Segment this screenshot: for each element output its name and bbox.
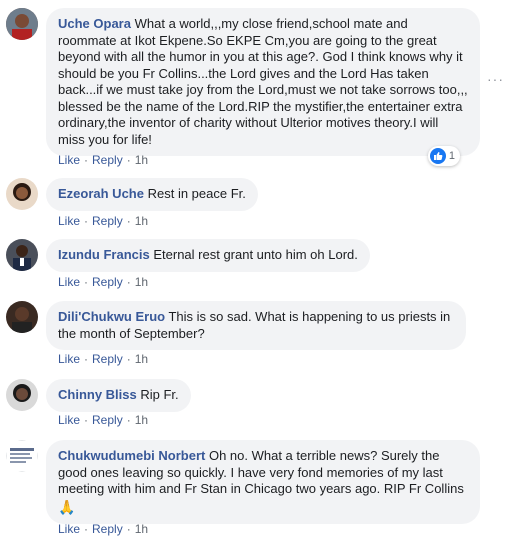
separator-dot: · [126, 352, 131, 366]
comment-time[interactable]: 1h [135, 214, 148, 228]
like-link[interactable]: Like [58, 153, 80, 167]
comment-time[interactable]: 1h [135, 352, 148, 366]
avatar[interactable] [6, 301, 38, 333]
reply-link[interactable]: Reply [92, 275, 123, 289]
separator-dot: · [84, 522, 89, 536]
avatar[interactable] [6, 440, 38, 472]
comment-bubble: Izundu Francis Eternal rest grant unto h… [46, 239, 370, 272]
reply-link[interactable]: Reply [92, 522, 123, 536]
comment-time[interactable]: 1h [135, 522, 148, 536]
comment-text: Eternal rest grant unto him oh Lord. [153, 247, 358, 262]
separator-dot: · [84, 413, 89, 427]
comment-actions: Like · Reply · 1h [58, 153, 148, 167]
comment-bubble: Chukwudumebi Norbert Oh no. What a terri… [46, 440, 480, 524]
separator-dot: · [84, 352, 89, 366]
comment-actions: Like · Reply · 1h [58, 413, 148, 427]
folded-hands-emoji: 🙏 [58, 498, 76, 515]
reaction-count: 1 [448, 149, 455, 162]
comment-author[interactable]: Chukwudumebi Norbert [58, 448, 205, 463]
comment-text: Rip Fr. [140, 387, 179, 402]
comment-author[interactable]: Izundu Francis [58, 247, 150, 262]
comment-bubble: Chinny Bliss Rip Fr. [46, 379, 191, 412]
avatar[interactable] [6, 379, 38, 411]
comment-time[interactable]: 1h [135, 413, 148, 427]
more-options-icon[interactable]: ··· [487, 71, 504, 87]
comment-text: Rest in peace Fr. [147, 186, 246, 201]
comment-actions: Like · Reply · 1h [58, 275, 148, 289]
comment-actions: Like · Reply · 1h [58, 522, 148, 536]
like-link[interactable]: Like [58, 275, 80, 289]
reply-link[interactable]: Reply [92, 352, 123, 366]
like-link[interactable]: Like [58, 413, 80, 427]
avatar[interactable] [6, 178, 38, 210]
comment-actions: Like · Reply · 1h [58, 352, 148, 366]
separator-dot: · [126, 214, 131, 228]
avatar[interactable] [6, 239, 38, 271]
comment-bubble: Uche Opara What a world,,,my close frien… [46, 8, 480, 166]
comment-time[interactable]: 1h [135, 153, 148, 167]
separator-dot: · [126, 413, 131, 427]
separator-dot: · [126, 153, 131, 167]
comment-author[interactable]: Ezeorah Uche [58, 186, 144, 201]
comment-bubble: Ezeorah Uche Rest in peace Fr. [46, 178, 258, 211]
separator-dot: · [126, 522, 131, 536]
separator-dot: · [84, 214, 89, 228]
reaction-badge[interactable]: 1 [427, 146, 460, 166]
comment-author[interactable]: Dili'Chukwu Eruo [58, 309, 165, 324]
avatar[interactable] [6, 8, 38, 40]
like-link[interactable]: Like [58, 214, 80, 228]
comment-actions: Like · Reply · 1h [58, 214, 148, 228]
thumbs-up-icon [429, 148, 446, 164]
comment-author[interactable]: Uche Opara [58, 16, 131, 31]
like-link[interactable]: Like [58, 522, 80, 536]
comment-time[interactable]: 1h [135, 275, 148, 289]
comment-author[interactable]: Chinny Bliss [58, 387, 137, 402]
comment-text: What a world,,,my close friend,school ma… [58, 16, 468, 147]
separator-dot: · [84, 153, 89, 167]
reply-link[interactable]: Reply [92, 413, 123, 427]
like-link[interactable]: Like [58, 352, 80, 366]
reply-link[interactable]: Reply [92, 214, 123, 228]
separator-dot: · [84, 275, 89, 289]
comment-bubble: Dili'Chukwu Eruo This is so sad. What is… [46, 301, 466, 350]
reply-link[interactable]: Reply [92, 153, 123, 167]
separator-dot: · [126, 275, 131, 289]
